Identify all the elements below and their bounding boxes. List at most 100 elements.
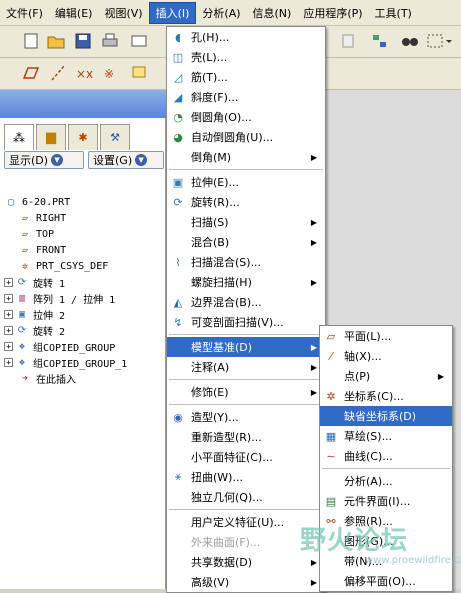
menu-item[interactable]: 螺旋扫描(H) ▶ <box>167 272 325 292</box>
swept-blend-icon: ⌇ <box>175 255 181 269</box>
menu-item[interactable]: ◔ 倒圆角(O)... <box>167 107 325 127</box>
var-section-sweep-icon: ↯ <box>173 315 183 329</box>
settings-dropdown[interactable]: 设置(G) ▼ <box>88 151 164 169</box>
tree-item[interactable]: ▢ 6-20.PRT <box>4 194 164 210</box>
tree-item[interactable]: ▱ FRONT <box>4 242 164 258</box>
menu-item-label: 模型基准(D) <box>191 341 253 354</box>
tree-item[interactable]: + ▥ 阵列 1 / 拉伸 1 <box>4 290 164 306</box>
display-dropdown[interactable]: 显示(D) ▼ <box>4 151 84 169</box>
menu-item[interactable]: ◭ 边界混合(B)... <box>167 292 325 312</box>
menu-item-label: 倒角(M) <box>191 151 232 164</box>
watermark-url: www.proewildfire.cn <box>365 555 461 566</box>
menu-item[interactable]: 修饰(E) ▶ <box>167 382 325 402</box>
datum-plane-icon: ▱ <box>21 228 29 240</box>
tree-item[interactable]: + ▣ 拉伸 2 <box>4 306 164 322</box>
print-icon[interactable] <box>100 32 120 52</box>
tree-item[interactable]: ▱ RIGHT <box>4 210 164 226</box>
tab-folder-browser[interactable]: ▆ <box>36 124 66 150</box>
axis-icon: ⁄ <box>330 349 332 363</box>
menu-item[interactable]: 点(P) ▶ <box>320 366 452 386</box>
menu-2[interactable]: 视图(V) <box>98 2 148 24</box>
menu-item[interactable]: 扫描(S) ▶ <box>167 212 325 232</box>
expand-icon[interactable]: + <box>4 277 13 287</box>
menu-item-label: 重新造型(R)... <box>191 431 262 444</box>
insert-menu: ◖ 孔(H)... ◫ 壳(L)... ◿ 筋(T)... ◢ 斜度(F)... ◔ 倒圆角(O)… <box>166 26 326 593</box>
menu-item[interactable]: ◫ 壳(L)... <box>167 47 325 67</box>
menu-item[interactable]: ◖ 孔(H)... <box>167 27 325 47</box>
menu-item[interactable]: ▦ 草绘(S)... <box>320 426 452 446</box>
find-icon[interactable] <box>400 32 420 52</box>
menu-7[interactable]: 工具(T) <box>369 2 418 24</box>
regenerate-icon[interactable] <box>370 32 390 52</box>
tab-favorites[interactable]: ✱ <box>68 124 98 150</box>
tree-item[interactable]: ▱ TOP <box>4 226 164 242</box>
expand-icon[interactable]: + <box>4 325 13 335</box>
menu-item[interactable]: ▱ 平面(L)... <box>320 326 452 346</box>
open-folder-icon[interactable] <box>46 32 66 52</box>
menu-item[interactable]: 高级(V) ▶ <box>167 572 325 592</box>
menu-item[interactable]: ⌇ 扫描混合(S)... <box>167 252 325 272</box>
menu-item[interactable]: ∼ 曲线(C)... <box>320 446 452 466</box>
menu-item[interactable]: ↯ 可变剖面扫描(V)... <box>167 312 325 332</box>
tree-item[interactable]: + ❖ 组COPIED_GROUP_1 <box>4 354 164 370</box>
annotation-display-icon[interactable] <box>130 64 150 84</box>
expand-icon[interactable]: + <box>4 357 13 367</box>
csys-icon: ✲ <box>21 260 29 272</box>
menu-item-label: 曲线(C)... <box>344 450 393 463</box>
menu-item[interactable]: 小平面特征(C)... <box>167 447 325 467</box>
expand-icon[interactable]: + <box>4 341 13 351</box>
new-file-icon[interactable] <box>22 32 42 52</box>
menu-3[interactable]: 插入(I) <box>148 1 197 24</box>
menu-item[interactable]: 模型基准(D) ▶ <box>167 337 325 357</box>
menu-item-label: 轴(X)... <box>344 350 382 363</box>
menu-item[interactable]: 偏移平面(O)... <box>320 571 452 591</box>
tree-item[interactable]: + ⟳ 旋转 1 <box>4 274 164 290</box>
menu-4[interactable]: 分析(A) <box>196 2 246 24</box>
menu-item-label: 边界混合(B)... <box>191 296 262 309</box>
menu-5[interactable]: 信息(N) <box>247 2 298 24</box>
tree-item[interactable]: + ❖ 组COPIED_GROUP <box>4 338 164 354</box>
tree-item-label: 组COPIED_GROUP_1 <box>33 358 128 370</box>
datum-axis-display-icon[interactable] <box>48 64 68 84</box>
tree-item[interactable]: ➔ 在此插入 <box>4 370 164 386</box>
menu-item[interactable]: 分析(A)... <box>320 471 452 491</box>
save-icon[interactable] <box>74 32 94 52</box>
menu-6[interactable]: 应用程序(P) <box>297 2 368 24</box>
email-icon[interactable] <box>130 32 150 52</box>
menu-item[interactable]: 重新造型(R)... <box>167 427 325 447</box>
menu-item[interactable]: 混合(B) ▶ <box>167 232 325 252</box>
tree-item[interactable]: ✲ PRT_CSYS_DEF <box>4 258 164 274</box>
tree-item[interactable]: + ⟳ 旋转 2 <box>4 322 164 338</box>
menu-item[interactable]: ◢ 斜度(F)... <box>167 87 325 107</box>
expand-icon[interactable]: + <box>4 309 13 319</box>
menu-item[interactable]: 缺省坐标系(D) <box>320 406 452 426</box>
menu-0[interactable]: 文件(F) <box>0 2 49 24</box>
menu-item[interactable]: ▣ 拉伸(E)... <box>167 172 325 192</box>
menu-item[interactable]: ✲ 坐标系(C)... <box>320 386 452 406</box>
tab-model-tree[interactable]: ⁂ <box>4 124 34 150</box>
csys-display-icon[interactable]: ※ <box>102 64 122 84</box>
menu-item[interactable]: 独立几何(Q)... <box>167 487 325 507</box>
menu-item[interactable]: ⟳ 旋转(R)... <box>167 192 325 212</box>
revolve-icon: ⟳ <box>17 276 27 288</box>
datum-plane-display-icon[interactable] <box>20 64 40 84</box>
model-tree-panel: ⁂ ▆ ✱ ⚒ 显示(D) ▼ 设置(G) ▼ ▢ 6-20.PRT ▱ RIGHT ▱ TO… <box>0 118 166 589</box>
menu-item[interactable]: 注释(A) ▶ <box>167 357 325 377</box>
menu-1[interactable]: 编辑(E) <box>49 2 99 24</box>
expand-icon[interactable]: + <box>4 293 13 303</box>
menu-item[interactable]: ◉ 造型(Y)... <box>167 407 325 427</box>
menu-item[interactable]: ⁄ 轴(X)... <box>320 346 452 366</box>
select-box-icon[interactable] <box>426 32 452 52</box>
tree-item-label: 6-20.PRT <box>22 196 71 208</box>
menu-item[interactable]: ◿ 筋(T)... <box>167 67 325 87</box>
menu-separator <box>169 404 323 405</box>
datum-point-display-icon[interactable]: ×x <box>74 64 94 84</box>
menu-item[interactable]: ⚹ 扭曲(W)... <box>167 467 325 487</box>
menu-item[interactable]: 倒角(M) ▶ <box>167 147 325 167</box>
menu-item[interactable]: ◕ 自动倒圆角(U)... <box>167 127 325 147</box>
copy-icon[interactable] <box>340 32 360 52</box>
tab-connections[interactable]: ⚒ <box>100 124 130 150</box>
menu-item[interactable]: ▤ 元件界面(I)... <box>320 491 452 511</box>
tree-item-label: 拉伸 2 <box>33 310 66 322</box>
menu-item-label: 扫描(S) <box>191 216 229 229</box>
